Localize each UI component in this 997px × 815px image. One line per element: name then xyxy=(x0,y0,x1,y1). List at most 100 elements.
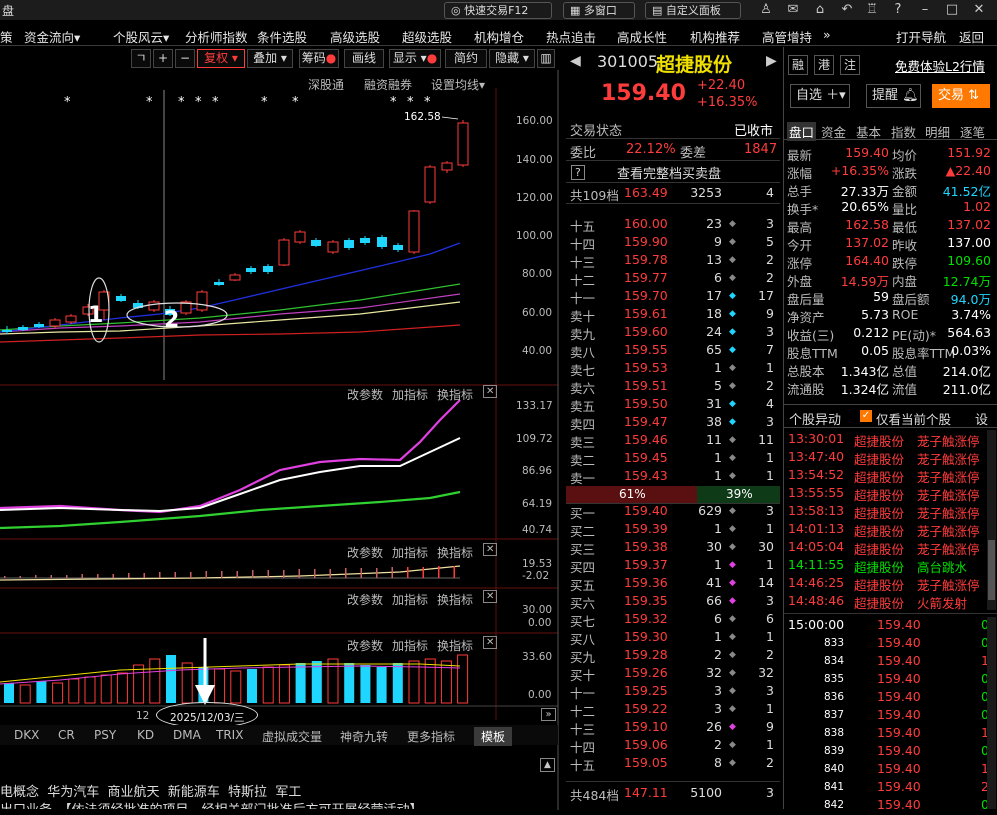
sell-level-row[interactable]: 卖九 159.60 24 ◆ 3 xyxy=(566,324,780,342)
zoom-in-button[interactable]: + xyxy=(153,49,173,68)
menu-item-exec-add[interactable]: 高管增持 xyxy=(762,27,812,46)
close-panel-icon[interactable]: ✕ xyxy=(483,636,498,649)
modify-param-link[interactable]: 改参数 xyxy=(347,386,383,403)
multi-window-button[interactable]: ▦ 多窗口 xyxy=(563,2,635,19)
menu-item-inst-recommend[interactable]: 机构推荐 xyxy=(690,27,740,46)
quote-tab[interactable]: 指数 xyxy=(891,122,916,141)
modify-param-link[interactable]: 改参数 xyxy=(347,637,383,654)
sell-level-row[interactable]: 卖三 159.46 11 ◆ 11 xyxy=(566,432,780,450)
trade-button[interactable]: 交易 ⇅ xyxy=(932,84,990,108)
sell-level-row[interactable]: 十一 159.70 17 ◆ 17 xyxy=(566,288,780,306)
margin-tag[interactable]: 融 xyxy=(788,55,808,75)
mail-icon[interactable]: ✉ xyxy=(784,2,802,18)
buy-level-row[interactable]: 买一 159.40 629 ◆ 3 xyxy=(566,503,780,521)
add-indicator-link[interactable]: 加指标 xyxy=(392,591,428,608)
hide-dropdown[interactable]: 隐藏 ▾ xyxy=(489,49,535,68)
quote-tab[interactable]: 逐笔 xyxy=(960,122,985,141)
menu-item-super-pick[interactable]: 超级选股 xyxy=(402,27,452,46)
tab-template[interactable]: 模板 xyxy=(474,727,513,746)
sell-level-row[interactable]: 十五 160.00 23 ◆ 3 xyxy=(566,216,780,234)
home-icon[interactable]: ⌂ xyxy=(811,2,829,18)
close-panel-icon[interactable]: ✕ xyxy=(483,385,498,398)
tab-magic-nine[interactable]: 神奇九转 xyxy=(340,728,388,745)
draw-line-button[interactable]: 画线 xyxy=(344,49,384,68)
buy-level-row[interactable]: 买五 159.36 41 ◆ 14 xyxy=(566,575,780,593)
buy-level-row[interactable]: 买九 159.28 2 ◆ 2 xyxy=(566,647,780,665)
close-panel-icon[interactable]: ✕ xyxy=(483,543,498,556)
buy-level-row[interactable]: 十三 159.10 26 ◆ 9 xyxy=(566,719,780,737)
open-nav-button[interactable]: 打开导航 xyxy=(896,27,946,46)
event-row[interactable]: 14:05:04 超捷股份 茏子触涨停 xyxy=(784,539,997,557)
event-row[interactable]: 14:11:55 超捷股份 高台跳水 xyxy=(784,557,997,575)
menu-more-button[interactable]: » xyxy=(823,27,831,42)
simple-button[interactable]: 简约 xyxy=(445,49,487,68)
sell-level-row[interactable]: 十四 159.90 9 ◆ 5 xyxy=(566,234,780,252)
add-indicator-link[interactable]: 加指标 xyxy=(392,386,428,403)
maximize-icon[interactable]: □ xyxy=(943,2,961,18)
buy-total-row[interactable]: 共484档 147.11 5100 3 xyxy=(566,785,780,803)
buy-level-row[interactable]: 买三 159.38 30 ◆ 30 xyxy=(566,539,780,557)
menu-item-inst-add[interactable]: 机构增仓 xyxy=(474,27,524,46)
add-indicator-link[interactable]: 加指标 xyxy=(392,637,428,654)
user-icon[interactable]: ♙ xyxy=(757,2,775,18)
sell-level-row[interactable]: 十三 159.78 13 ◆ 2 xyxy=(566,252,780,270)
custom-panel-button[interactable]: ▤ 自定义面板 xyxy=(645,2,741,19)
quote-tab[interactable]: 资金 xyxy=(821,122,846,141)
sell-level-row[interactable]: 卖一 159.43 1 ◆ 1 xyxy=(566,468,780,486)
swap-indicator-link[interactable]: 换指标 xyxy=(437,591,473,608)
sell-level-row[interactable]: 卖六 159.51 5 ◆ 2 xyxy=(566,378,780,396)
modify-param-link[interactable]: 改参数 xyxy=(347,544,383,561)
buy-level-row[interactable]: 买八 159.30 1 ◆ 1 xyxy=(566,629,780,647)
quote-tab[interactable]: 明细 xyxy=(925,122,950,141)
quote-tab[interactable]: 盘口 xyxy=(787,122,817,141)
buy-level-row[interactable]: 买四 159.37 1 ◆ 1 xyxy=(566,557,780,575)
prev-stock-icon[interactable]: ◀ xyxy=(570,53,581,69)
buy-level-row[interactable]: 十一 159.25 3 ◆ 3 xyxy=(566,683,780,701)
tab-kd[interactable]: KD xyxy=(137,728,154,742)
add-indicator-link[interactable]: 加指标 xyxy=(392,544,428,561)
swap-indicator-link[interactable]: 换指标 xyxy=(437,386,473,403)
buy-level-row[interactable]: 十二 159.22 3 ◆ 1 xyxy=(566,701,780,719)
buy-level-row[interactable]: 买六 159.35 66 ◆ 3 xyxy=(566,593,780,611)
checkbox-checked-icon[interactable]: ✓ xyxy=(860,410,872,422)
tab-psy[interactable]: PSY xyxy=(94,728,116,742)
hk-connect-tag[interactable]: 港 xyxy=(814,55,834,75)
tab-dkx[interactable]: DKX xyxy=(14,728,39,742)
collapse-icon[interactable]: ▲ xyxy=(540,758,555,772)
sell-level-row[interactable]: 卖十 159.61 18 ◆ 9 xyxy=(566,306,780,324)
menu-item-advanced-pick[interactable]: 高级选股 xyxy=(330,27,380,46)
display-dropdown[interactable]: 显示 ▾● xyxy=(389,49,441,68)
quote-tab[interactable]: 基本 xyxy=(856,122,881,141)
close-icon[interactable]: ✕ xyxy=(970,2,988,18)
zoom-out-button[interactable]: − xyxy=(175,49,195,68)
menu-item-hot-chase[interactable]: 热点追击 xyxy=(546,27,596,46)
next-stock-icon[interactable]: ▶ xyxy=(766,53,777,69)
events-scrollbar[interactable] xyxy=(987,430,996,610)
full-book-link[interactable]: 查看完整档买卖盘 xyxy=(617,163,721,182)
buy-level-row[interactable]: 买七 159.32 6 ◆ 6 xyxy=(566,611,780,629)
event-row[interactable]: 13:30:01 超捷股份 茏子触涨停 xyxy=(784,431,997,449)
menu-item-fund-flow[interactable]: 资金流向▾ xyxy=(24,27,80,46)
shirt-icon[interactable]: ♖ xyxy=(863,2,881,18)
scroll-right-icon[interactable]: » xyxy=(541,708,556,721)
minimize-icon[interactable]: – xyxy=(916,2,934,18)
menu-item-ce[interactable]: 策 xyxy=(0,27,13,46)
registration-tag[interactable]: 注 xyxy=(840,55,860,75)
modify-param-link[interactable]: 改参数 xyxy=(347,591,383,608)
toolbar-left-button[interactable]: ㄱ xyxy=(131,49,151,68)
help-icon[interactable]: ? xyxy=(571,165,585,180)
event-row[interactable]: 13:58:13 超捷股份 茏子触涨停 xyxy=(784,503,997,521)
kline-chart-area[interactable]: * * * * * * * * * * 162.58 1 2 xyxy=(0,70,560,810)
menu-item-stock-wind[interactable]: 个股风云▾ xyxy=(113,27,169,46)
menu-item-analyst-index[interactable]: 分析师指数 xyxy=(185,27,248,46)
close-panel-icon[interactable]: ✕ xyxy=(483,590,498,603)
sell-level-row[interactable]: 卖二 159.45 1 ◆ 1 xyxy=(566,450,780,468)
sell-level-row[interactable]: 十二 159.77 6 ◆ 2 xyxy=(566,270,780,288)
expand-icon[interactable]: ▥ xyxy=(537,49,555,68)
event-row[interactable]: 13:47:40 超捷股份 茏子触涨停 xyxy=(784,449,997,467)
watchlist-button[interactable]: 自选 ＋▾ xyxy=(790,84,850,108)
swap-indicator-link[interactable]: 换指标 xyxy=(437,544,473,561)
event-settings-link[interactable]: 设 xyxy=(975,409,988,428)
tab-cr[interactable]: CR xyxy=(58,728,75,742)
event-row[interactable]: 13:55:55 超捷股份 茏子触涨停 xyxy=(784,485,997,503)
